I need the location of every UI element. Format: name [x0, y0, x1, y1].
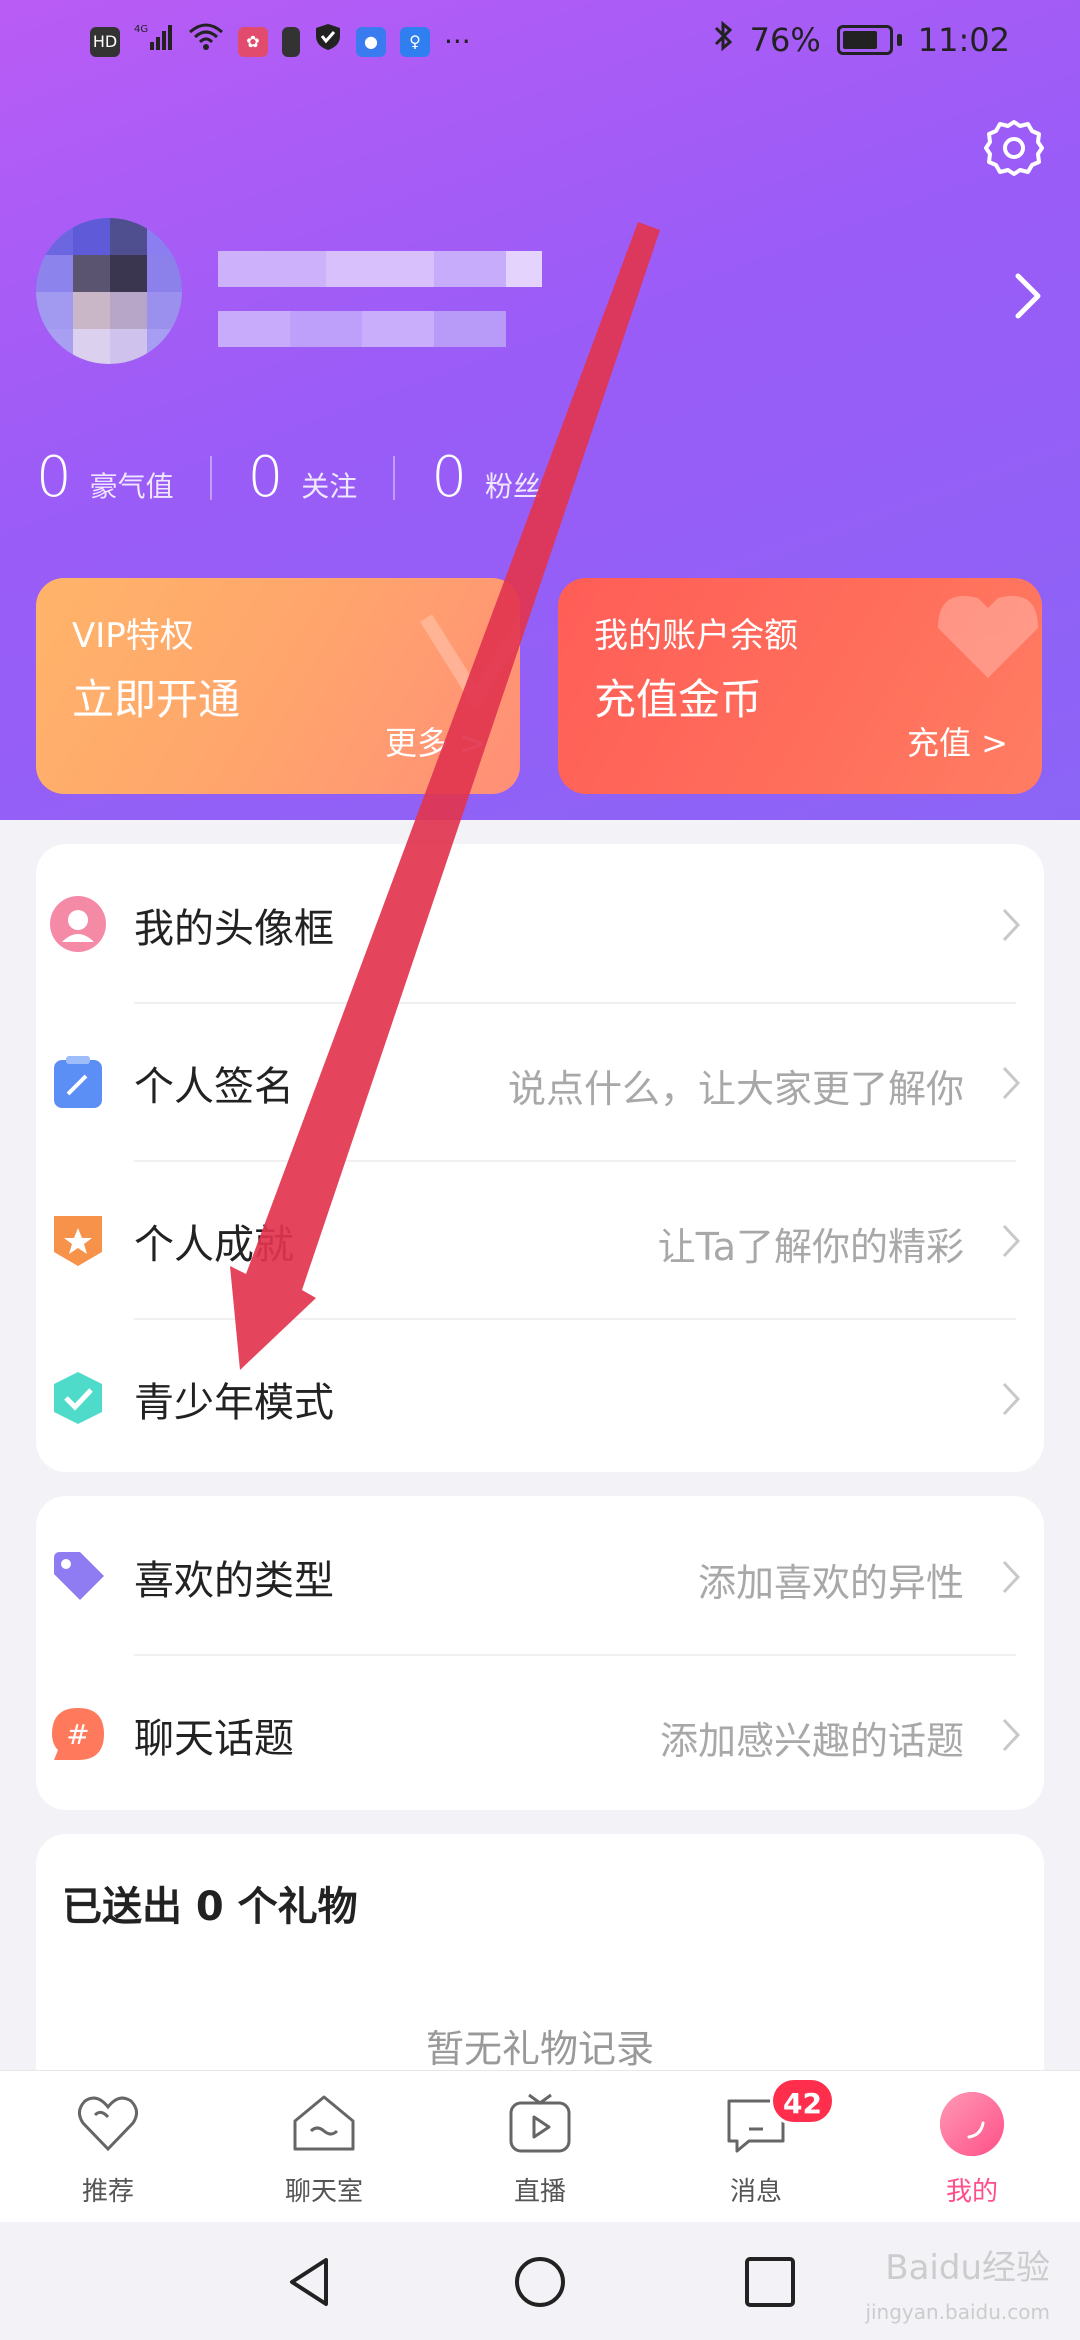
stat-value: 0 [247, 445, 284, 510]
nav-label: 推荐 [81, 2177, 134, 2207]
menu-label: 喜欢的类型 [134, 1558, 334, 1604]
wifi-icon [188, 22, 224, 61]
menu-hint: 说点什么，让大家更了解你 [507, 1067, 964, 1111]
settings-gear-icon[interactable] [984, 118, 1044, 178]
nav-tab-recommend[interactable]: 推荐 [0, 2071, 216, 2222]
nav-label: 我的 [945, 2177, 998, 2207]
status-bar: HD 4G ✿ ● ♀ ··· 76% 11:02 [0, 0, 1080, 80]
shield-check-icon [54, 1372, 102, 1424]
vip-card-action: 立即开通 [72, 675, 241, 724]
gifts-empty-text: 暂无礼物记录 [425, 2027, 654, 2071]
shield-icon [314, 22, 342, 61]
app-lotus-icon: ✿ [238, 26, 268, 57]
status-right: 76% 11:02 [712, 20, 1010, 60]
balance-card[interactable]: 我的账户余额 充值金币 充值 > [558, 578, 1042, 794]
profile-stats: 0 豪气值 0 关注 0 粉丝 [36, 445, 541, 510]
battery-percent: 76% [749, 21, 821, 59]
nav-tab-mine[interactable]: 我的 [864, 2071, 1080, 2222]
chevron-right-icon [1002, 1560, 1021, 1594]
menu-row-achievements[interactable]: 个人成就 让Ta了解你的精彩 [36, 1160, 1044, 1318]
more-notifications-icon: ··· [444, 24, 471, 58]
chevron-right-icon [1002, 1382, 1021, 1416]
profile-avatar-icon [940, 2092, 1004, 2156]
battery-tip [896, 34, 902, 46]
nav-tab-live[interactable]: 直播 [432, 2071, 648, 2222]
vip-card[interactable]: VIP特权 立即开通 更多 > [36, 578, 520, 794]
menu-row-teen-mode[interactable]: 青少年模式 [36, 1318, 1044, 1476]
stat-label: 关注 [301, 470, 358, 503]
battery-saver-icon [282, 26, 300, 57]
app-user-icon: ● [356, 26, 386, 57]
user-name-blurred[interactable] [218, 215, 638, 365]
nav-label: 直播 [513, 2177, 566, 2207]
vip-deco-icon [420, 614, 520, 708]
balance-card-title: 我的账户余额 [594, 616, 798, 656]
vip-card-title: VIP特权 [72, 616, 194, 656]
stat-label: 粉丝 [484, 470, 541, 503]
chevron-right-icon [1002, 1718, 1021, 1752]
gifts-title: 已送出 0 个礼物 [62, 1884, 358, 1930]
hd-icon: HD [90, 26, 120, 57]
stat-divider [393, 455, 396, 500]
menu-row-preferred-type[interactable]: 喜欢的类型 添加喜欢的异性 [36, 1496, 1044, 1654]
hashtag-bubble-icon: # [52, 1708, 104, 1760]
stat-divider [209, 455, 212, 500]
menu-label: 个人签名 [134, 1064, 294, 1110]
profile-chevron-icon[interactable] [1010, 268, 1046, 324]
recharge-link[interactable]: 充值 > [907, 718, 1008, 764]
watermark-url: jingyan.baidu.com [865, 2300, 1050, 2324]
stat-followers[interactable]: 0 粉丝 [431, 445, 541, 510]
stat-value: 0 [431, 445, 467, 510]
menu-hint: 添加喜欢的异性 [697, 1561, 964, 1605]
signal-4g-icon: 4G [134, 22, 174, 61]
battery-icon [836, 25, 893, 55]
menu-panel-profile: 我的头像框 个人签名 说点什么，让大家更了解你 个人成就 让Ta了解你的精彩 青… [36, 844, 1044, 1472]
user-avatar[interactable] [36, 218, 182, 364]
stat-label: 豪气值 [89, 470, 174, 503]
nav-label: 消息 [729, 2177, 782, 2207]
chevron-right-icon [1002, 1066, 1021, 1100]
nav-label: 聊天室 [284, 2177, 363, 2207]
coin-deco-icon [938, 596, 1038, 678]
svg-text:4G: 4G [134, 24, 148, 35]
heart-icon [78, 2096, 138, 2152]
live-tv-icon [509, 2093, 571, 2153]
bluetooth-icon [712, 20, 734, 60]
nav-tab-messages[interactable]: 42 消息 [648, 2071, 864, 2222]
menu-label: 青少年模式 [134, 1380, 334, 1426]
back-icon[interactable] [282, 2254, 338, 2310]
menu-hint: 添加感兴趣的话题 [659, 1719, 964, 1763]
unread-badge: 42 [770, 2077, 835, 2125]
menu-hint: 让Ta了解你的精彩 [657, 1225, 964, 1269]
menu-row-avatar-frame[interactable]: 我的头像框 [36, 844, 1044, 1002]
stat-wealth[interactable]: 0 豪气值 [36, 445, 174, 510]
recents-icon[interactable] [742, 2254, 798, 2310]
menu-label: 我的头像框 [134, 906, 334, 952]
chevron-right-icon [1002, 908, 1021, 942]
avatar-frame-icon [50, 896, 106, 952]
chevron-right-icon [1002, 1224, 1021, 1258]
achievement-badge-icon [54, 1216, 102, 1266]
stat-value: 0 [36, 445, 72, 510]
nav-tab-chat-room[interactable]: 聊天室 [216, 2071, 432, 2222]
menu-label: 聊天话题 [134, 1716, 294, 1762]
tag-icon [54, 1552, 104, 1600]
notepad-icon [54, 1056, 102, 1108]
menu-row-signature[interactable]: 个人签名 说点什么，让大家更了解你 [36, 1002, 1044, 1160]
vip-more-link[interactable]: 更多 > [385, 718, 486, 764]
stat-following[interactable]: 0 关注 [248, 445, 358, 510]
menu-panel-interests: 喜欢的类型 添加喜欢的异性 # 聊天话题 添加感兴趣的话题 [36, 1496, 1044, 1810]
svg-text:#: # [66, 1718, 89, 1751]
status-left-icons: HD 4G ✿ ● ♀ ··· [90, 22, 471, 61]
menu-row-chat-topics[interactable]: # 聊天话题 添加感兴趣的话题 [36, 1654, 1044, 1812]
bulb-icon: ♀ [400, 26, 430, 57]
watermark: Baidu经验 [885, 2248, 1050, 2288]
clock: 11:02 [917, 21, 1010, 59]
balance-card-action: 充值金币 [594, 675, 763, 724]
home-icon[interactable] [512, 2254, 568, 2310]
menu-label: 个人成就 [134, 1222, 294, 1268]
chat-room-icon [293, 2095, 355, 2151]
bottom-nav: 推荐 聊天室 直播 42 消息 我的 [0, 2070, 1080, 2222]
